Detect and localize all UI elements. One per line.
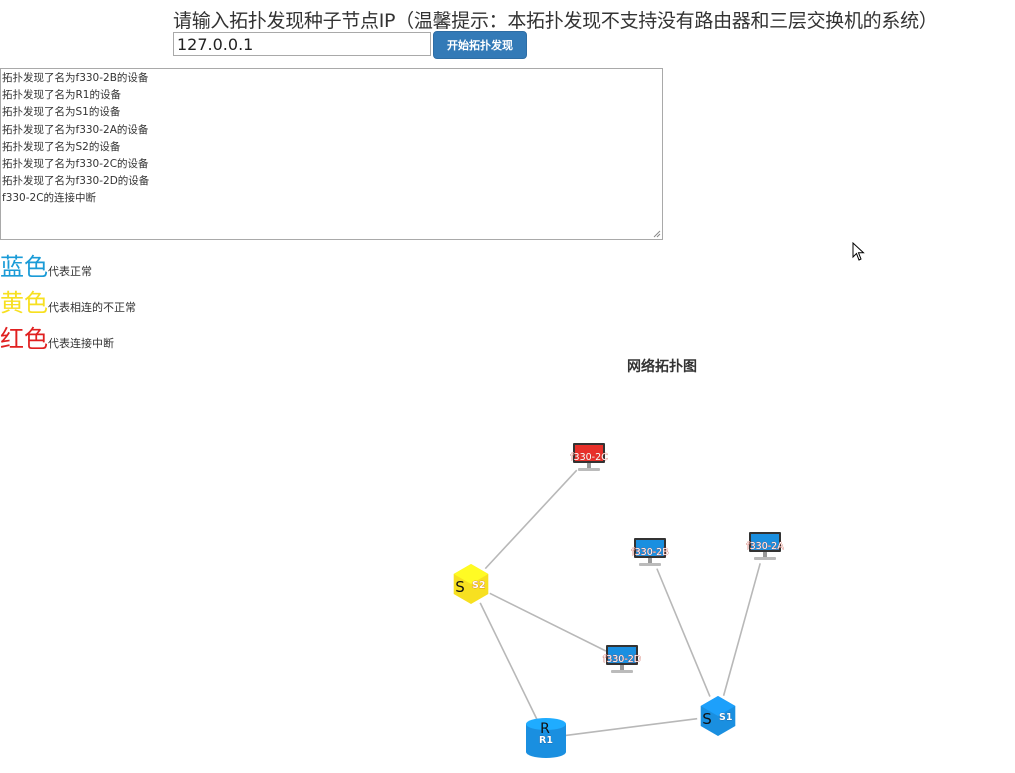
node-label: f330-2B bbox=[631, 547, 668, 558]
topology-node-f330-2b[interactable]: f330-2B bbox=[631, 538, 669, 566]
node-letter: S bbox=[455, 578, 465, 596]
topology-node-s2[interactable]: S S2 bbox=[453, 564, 489, 604]
node-letter: S bbox=[702, 710, 712, 728]
topology-link bbox=[484, 469, 578, 570]
topology-node-f330-2d[interactable]: f330-2D bbox=[603, 645, 641, 673]
topology-link bbox=[489, 592, 607, 652]
node-label: f330-2D bbox=[603, 654, 641, 665]
topology-node-r1[interactable]: RR1 bbox=[526, 718, 566, 758]
topology-link bbox=[656, 568, 711, 697]
mouse-pointer-icon bbox=[852, 242, 865, 261]
node-label: R1 bbox=[539, 735, 553, 746]
node-label: f330-2C bbox=[570, 452, 608, 463]
node-label: S1 bbox=[719, 712, 732, 723]
topology-link bbox=[479, 602, 538, 721]
node-label: f330-2A bbox=[746, 541, 784, 552]
topology-node-s1[interactable]: S S1 bbox=[700, 696, 736, 736]
topology-graph: f330-2C f330-2B f330-2A f330-2D S S2 S S1 RR1 bbox=[453, 443, 784, 758]
topology-node-f330-2c[interactable]: f330-2C bbox=[570, 443, 608, 471]
topology-link bbox=[565, 717, 698, 737]
node-label: S2 bbox=[472, 580, 485, 591]
topology-node-f330-2a[interactable]: f330-2A bbox=[746, 532, 784, 560]
topology-link bbox=[722, 563, 761, 696]
